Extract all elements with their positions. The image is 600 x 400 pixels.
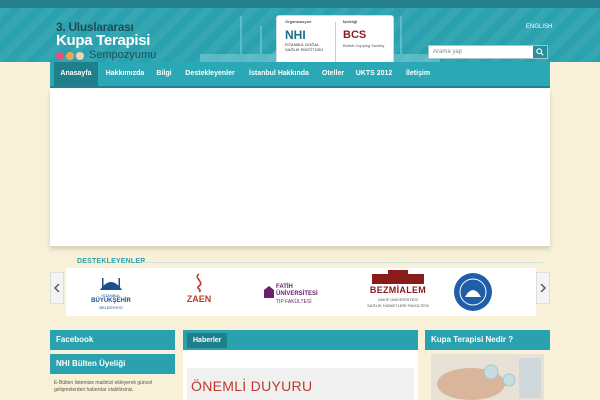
supporters-next-button[interactable]: [536, 272, 550, 304]
cupping-photo[interactable]: [431, 354, 544, 400]
bulletin-widget-title: NHI Bülten Üyeliği: [50, 354, 175, 374]
fatih-logo-line-1: FATİH: [276, 284, 293, 290]
municipality-seal-icon: [454, 273, 492, 311]
cupping-photo-illustration: [431, 354, 544, 400]
tab-haberler[interactable]: Haberler: [187, 333, 228, 348]
organizer-partner-box: Organizasyon NHI İSTANBUL DOĞAL SAĞLIK E…: [276, 15, 394, 67]
nav-item-hakkimizda[interactable]: Hakkımızda: [102, 62, 148, 86]
nav-item-istanbul-hakkinda[interactable]: İstanbul Hakkında: [244, 62, 314, 86]
search-icon: [536, 48, 544, 56]
organizer-caption: Organizasyon: [285, 19, 312, 24]
left-sidebar: Facebook NHI Bülten Üyeliği E-Bülten lis…: [50, 330, 175, 400]
hero-slider[interactable]: [50, 88, 550, 246]
fatih-logo-line-3: TIP FAKÜLTESİ: [276, 299, 312, 305]
search-input[interactable]: [429, 46, 533, 58]
zaen-logo-text: ZAEN: [186, 294, 212, 304]
nhi-logo[interactable]: NHI: [285, 28, 306, 42]
logo-dot: [56, 52, 64, 60]
bulletin-description: E-Bülten listemize mailinizi ekleyerek g…: [54, 380, 153, 393]
news-feature-image[interactable]: ÖNEMLİ DUYURU: [187, 368, 414, 400]
news-panel: Haberler ÖNEMLİ DUYURU: [183, 330, 418, 400]
main-navigation: Anasayfa Hakkımızda Bilgi Destekleyenler…: [50, 62, 550, 88]
chevron-left-icon: [54, 284, 60, 292]
supporters-logo-strip: İSTANBUL BÜYÜKŞEHİR BELEDİYESİ ZAEN FATİ…: [66, 268, 536, 316]
fatih-university-logo[interactable]: FATİH ÜNİVERSİTESİ TIP FAKÜLTESİ: [262, 268, 342, 316]
site-logo[interactable]: 3. Uluslararası Kupa Terapisi Sempozyumu: [56, 20, 226, 62]
supporters-section: DESTEKLEYENLER İSTANBUL BÜYÜKŞEHİR BELED…: [50, 258, 550, 318]
logo-dot: [76, 52, 84, 60]
ibb-emblem-icon: [100, 278, 122, 290]
nav-item-bilgi[interactable]: Bilgi: [152, 62, 176, 86]
nhi-logo-subtitle: İSTANBUL DOĞAL SAĞLIK ENSTİTÜSÜ: [285, 42, 324, 52]
nav-item-oteller[interactable]: Oteller: [318, 62, 348, 86]
bezmialem-building-icon: [372, 270, 424, 284]
zaen-logo[interactable]: ZAEN: [176, 268, 222, 316]
sponsor-divider: [335, 22, 336, 62]
logo-dot: [66, 52, 74, 60]
bezmialem-logo-line-2: VAKIF ÜNİVERSİTESİ: [377, 297, 419, 302]
fatih-emblem-icon: [264, 286, 274, 298]
news-tabs: Haberler: [183, 330, 418, 350]
municipality-seal-logo[interactable]: [450, 268, 496, 316]
search-button[interactable]: [533, 46, 547, 58]
right-sidebar: Kupa Terapisi Nedir ?: [425, 330, 550, 400]
supporters-prev-button[interactable]: [50, 272, 64, 304]
top-strip: [0, 0, 600, 8]
search-box: [428, 45, 548, 59]
bcs-logo-subtitle: British Cupping Society: [343, 43, 385, 48]
cupping-info-title[interactable]: Kupa Terapisi Nedir ?: [425, 330, 550, 350]
language-switch-link[interactable]: ENGLISH: [526, 24, 552, 30]
ibb-logo-line-3: BELEDİYESİ: [99, 305, 123, 310]
supporters-title: DESTEKLEYENLER: [77, 258, 146, 265]
chevron-right-icon: [540, 284, 546, 292]
bezmialem-logo[interactable]: BEZMİALEM VAKIF ÜNİVERSİTESİ SAĞLIK HİZM…: [358, 268, 438, 316]
facebook-widget-title[interactable]: Facebook: [50, 330, 175, 350]
nav-item-anasayfa[interactable]: Anasayfa: [54, 62, 98, 86]
ibb-logo-line-2: BÜYÜKŞEHİR: [91, 298, 131, 304]
fatih-logo-line-2: ÜNİVERSİTESİ: [276, 291, 318, 297]
supporters-title-rule: [143, 262, 543, 263]
logo-dots: [56, 52, 86, 60]
bezmialem-logo-line-3: SAĞLIK HİZMETLERİ FAKÜLTESİ: [367, 303, 429, 308]
zaen-emblem-icon: [196, 273, 202, 292]
nav-item-iletisim[interactable]: İletişim: [400, 62, 436, 86]
nav-item-destekleyenler[interactable]: Destekleyenler: [180, 62, 240, 86]
partner-caption: İşbirliği: [343, 19, 358, 24]
logo-line-3: Sempozyumu: [89, 49, 157, 61]
bezmialem-logo-line-1: BEZMİALEM: [369, 285, 427, 295]
logo-line-2: Kupa Terapisi: [56, 32, 151, 49]
bcs-logo[interactable]: BCS: [343, 29, 366, 41]
nav-item-ukts-2012[interactable]: UKTS 2012: [352, 62, 396, 86]
news-headline: ÖNEMLİ DUYURU: [191, 378, 313, 394]
ibb-logo[interactable]: İSTANBUL BÜYÜKŞEHİR BELEDİYESİ: [78, 268, 144, 316]
